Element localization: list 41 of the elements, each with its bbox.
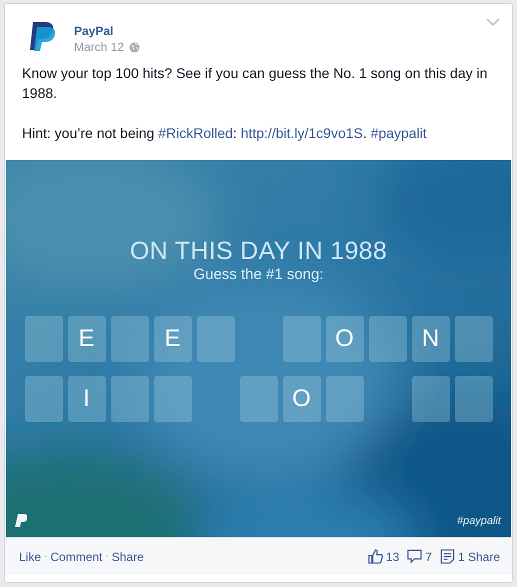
count-link[interactable]: 7 — [425, 550, 432, 564]
letter-tile — [154, 376, 192, 422]
speech-bubble-icon[interactable] — [407, 549, 422, 564]
p-logo-icon — [15, 514, 27, 528]
count-link[interactable]: 1 Share — [458, 550, 500, 564]
count-link[interactable]: 13 — [386, 550, 400, 564]
letter-tile — [454, 376, 492, 422]
letter-tile — [24, 376, 62, 422]
letter-tile — [454, 316, 492, 362]
letter-tile — [412, 376, 450, 422]
letter-tile: I — [68, 376, 106, 422]
letter-tile — [282, 316, 320, 362]
globe-icon — [129, 42, 140, 53]
action-link[interactable]: Comment — [50, 550, 102, 564]
document-icon[interactable] — [440, 549, 455, 564]
letter-tile: E — [154, 316, 192, 362]
letter-tile — [110, 316, 148, 362]
letter-tile — [110, 376, 148, 422]
action-link[interactable]: Like — [19, 550, 42, 564]
graphic-title: ON THIS DAY IN 1988 — [130, 236, 388, 266]
url-link[interactable]: http://bit.ly/1c9vo1S — [240, 125, 363, 141]
post-text: Know your top 100 hits? See if you can guess the No. 1 song on this day in 1988. — [22, 64, 488, 103]
letter-tile — [240, 376, 278, 422]
letter-tile: N — [412, 316, 450, 362]
letter-tile: O — [282, 376, 320, 422]
letter-tile — [196, 316, 234, 362]
graphic-hashtag: #paypalit — [456, 515, 501, 527]
hashtag-link[interactable]: #paypalit — [370, 125, 427, 141]
separator-dot: · — [105, 551, 109, 562]
thumbs-up-icon[interactable] — [368, 549, 383, 564]
hashtag-link[interactable]: #RickRolled — [158, 125, 233, 141]
letter-tile: O — [326, 316, 364, 362]
separator-dot: · — [44, 551, 48, 562]
post-text: Hint: you’re not being #RickRolled: http://bit.ly/1c9vo1S. #paypalit — [22, 124, 428, 143]
letter-tile — [24, 316, 62, 362]
letter-tile — [326, 376, 364, 422]
graphic-subtitle: Guess the #1 song: — [193, 266, 324, 284]
author-name-link[interactable]: PayPal — [74, 24, 140, 39]
letter-tile — [368, 316, 406, 362]
letter-tile: E — [68, 316, 106, 362]
action-link[interactable]: Share — [112, 550, 144, 564]
